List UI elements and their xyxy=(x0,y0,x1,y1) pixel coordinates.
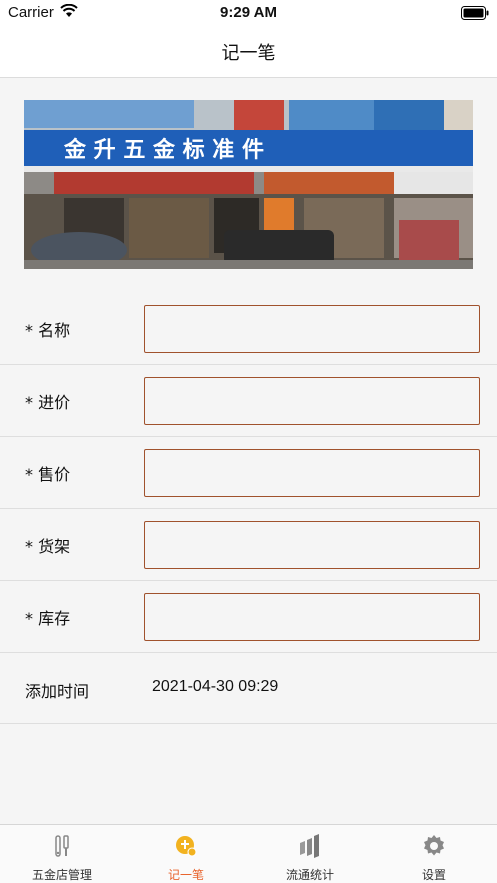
purchase-price-label: * 进价 xyxy=(25,393,71,412)
shelf-label: * 货架 xyxy=(25,537,71,556)
status-time: 9:29 AM xyxy=(220,4,277,21)
tab-settings[interactable]: 设置 xyxy=(372,825,496,883)
added-time-value: 2021-04-30 09:29 xyxy=(152,678,279,695)
stats-icon xyxy=(300,834,319,858)
tab-settings-label: 设置 xyxy=(421,868,446,882)
gear-icon xyxy=(424,835,444,856)
record-icon xyxy=(176,836,197,857)
tab-circulation-stats[interactable]: 流通统计 xyxy=(248,825,372,883)
tab-bar: 五金店管理 记一笔 流通统计 设置 xyxy=(0,824,497,883)
navigation-bar: 记一笔 xyxy=(0,26,497,78)
tab-store-management[interactable]: 五金店管理 xyxy=(0,825,124,883)
purchase-price-input[interactable] xyxy=(144,377,480,425)
sale-price-label: * 售价 xyxy=(25,465,71,484)
status-bar: Carrier 9:29 AM xyxy=(0,0,497,26)
form-row-purchase-price: * 进价 xyxy=(0,365,497,437)
tab-record-label: 记一笔 xyxy=(167,868,204,882)
added-time-row: 添加时间 2021-04-30 09:29 xyxy=(0,652,497,724)
name-label: * 名称 xyxy=(25,321,71,340)
form-row-stock: * 库存 xyxy=(0,581,497,653)
sale-price-input[interactable] xyxy=(144,449,480,497)
page-title: 记一笔 xyxy=(221,43,276,64)
store-sign-text: 金 升 五 金 标 准 件 xyxy=(63,137,264,163)
stock-input[interactable] xyxy=(144,593,480,641)
battery-icon xyxy=(461,6,489,20)
name-input[interactable] xyxy=(144,305,480,353)
added-time-label: 添加时间 xyxy=(25,682,90,701)
form-row-sale-price: * 售价 xyxy=(0,437,497,509)
tab-store-management-label: 五金店管理 xyxy=(31,868,92,882)
store-photo: 金 升 五 金 标 准 件 xyxy=(24,100,473,269)
tab-record[interactable]: 记一笔 xyxy=(124,825,248,883)
shelf-input[interactable] xyxy=(144,521,480,569)
tab-circulation-stats-label: 流通统计 xyxy=(285,868,334,882)
form-row-name: * 名称 xyxy=(0,293,497,365)
form-row-shelf: * 货架 xyxy=(0,509,497,581)
stock-label: * 库存 xyxy=(25,609,71,628)
tools-icon xyxy=(55,835,69,857)
